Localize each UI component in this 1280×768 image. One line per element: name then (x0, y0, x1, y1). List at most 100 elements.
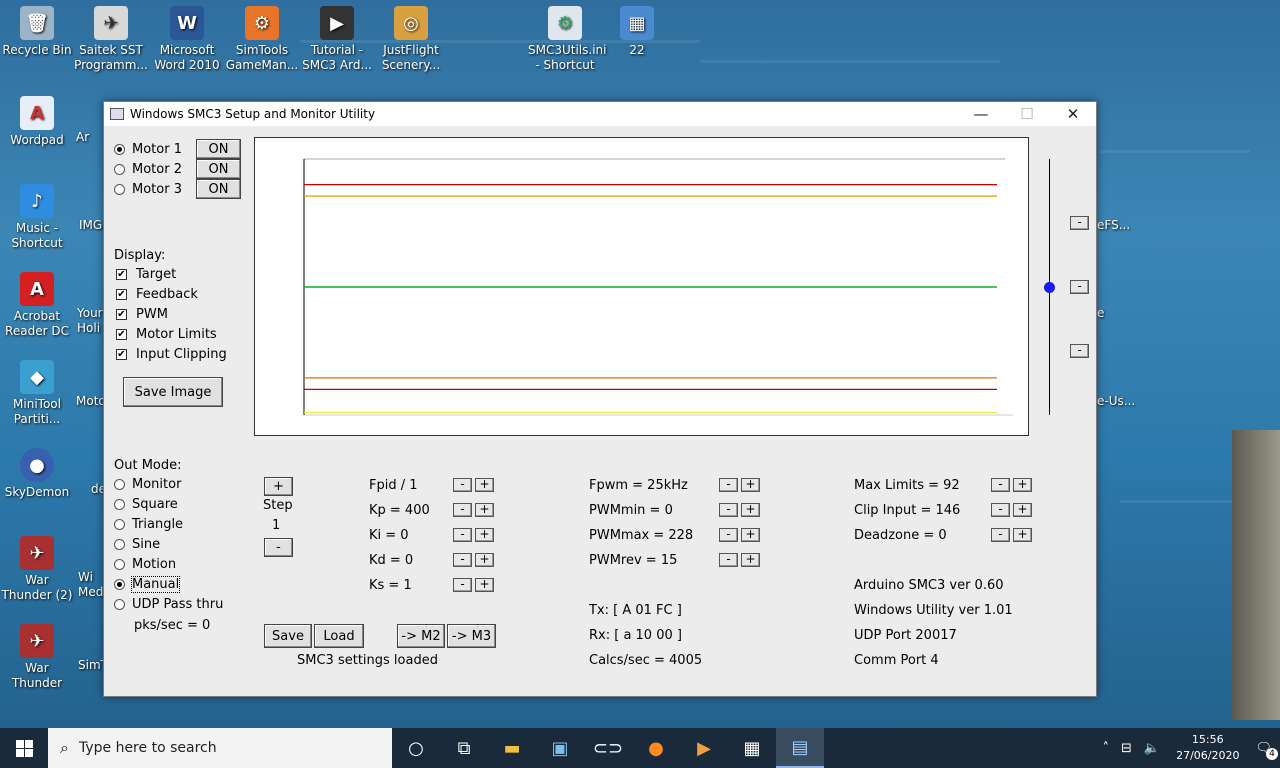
oculus-icon[interactable]: ⊂⊃ (584, 728, 632, 768)
smc3-taskbar-button[interactable]: ▤ (776, 728, 824, 768)
desktop-icon-skydemon[interactable]: ● SkyDemon (0, 448, 74, 500)
kd-plus-button[interactable]: + (475, 553, 494, 567)
ki-minus-button[interactable]: - (453, 528, 472, 542)
desktop-icon-word[interactable]: W Microsoft Word 2010 (150, 6, 224, 73)
save-button[interactable]: Save (264, 624, 312, 648)
kd-minus-button[interactable]: - (453, 553, 472, 567)
fpid-minus-button[interactable]: - (453, 478, 472, 492)
desktop-icon-war-thunder-2[interactable]: ✈ War Thunder (2) (0, 536, 74, 603)
motor-3-on-button[interactable]: ON (196, 179, 241, 199)
out-mode-manual-radio[interactable]: Manual (114, 576, 181, 593)
copy-to-m3-button[interactable]: -> M3 (447, 624, 496, 648)
desktop-icon-partial[interactable]: e (1097, 306, 1137, 321)
desktop-icon-acrobat[interactable]: A Acrobat Reader DC (0, 272, 74, 339)
desktop-icon-war-thunder[interactable]: ✈ War Thunder (0, 624, 74, 691)
input-clipping-checkbox[interactable]: ✔ Input Clipping (116, 347, 227, 362)
max-limits-plus-button[interactable]: + (1013, 478, 1032, 492)
out-mode-sine-radio[interactable]: Sine (114, 537, 160, 552)
slider-knob[interactable] (1044, 282, 1055, 293)
maximize-button[interactable]: ☐ (1004, 102, 1050, 126)
ks-plus-button[interactable]: + (475, 578, 494, 592)
kd-value: Kd = 0 (369, 553, 414, 568)
pwmmax-plus-button[interactable]: + (741, 528, 760, 542)
deadzone-minus-button[interactable]: - (991, 528, 1010, 542)
firefox-icon[interactable]: ● (632, 728, 680, 768)
step-minus-button[interactable]: - (264, 538, 293, 557)
out-mode-udp-radio[interactable]: UDP Pass thru (114, 597, 223, 612)
out-mode-monitor-radio[interactable]: Monitor (114, 477, 181, 492)
fpwm-minus-button[interactable]: - (719, 478, 738, 492)
desktop-icon-tutorial[interactable]: ▶ Tutorial - SMC3 Ard... (300, 6, 374, 73)
desktop-icon-wordpad[interactable]: A Wordpad (0, 96, 74, 148)
desktop-icon-recycle-bin[interactable]: 🗑 Recycle Bin (0, 6, 74, 58)
copy-to-m2-button[interactable]: -> M2 (397, 624, 445, 648)
desktop-icon-partial[interactable]: Ar (76, 130, 106, 145)
clock[interactable]: 15:56 27/06/2020 (1176, 732, 1239, 764)
desktop-icon-justflight[interactable]: ◎ JustFlight Scenery... (374, 6, 448, 73)
desktop-icon-minitool[interactable]: ◆ MiniTool Partiti... (0, 360, 74, 427)
store-icon[interactable]: ▣ (536, 728, 584, 768)
network-icon[interactable]: ⊟ (1121, 741, 1132, 756)
motor-2-on-button[interactable]: ON (196, 159, 241, 179)
motor-1-on-button[interactable]: ON (196, 139, 241, 159)
desktop-icon-saitek[interactable]: ✈ Saitek SST Programm... (74, 6, 148, 73)
deadzone-plus-button[interactable]: + (1013, 528, 1032, 542)
desktop-icon-partial[interactable]: Wi Med (78, 570, 104, 600)
globe-icon: ◎ (394, 6, 428, 40)
desktop-icon-22[interactable]: ▦ 22 (600, 6, 674, 58)
slider-minus-button-bottom[interactable]: - (1070, 344, 1089, 358)
checkbox-box: ✔ (116, 289, 127, 300)
out-mode-triangle-radio[interactable]: Triangle (114, 517, 183, 532)
cortana-icon[interactable]: ○ (392, 728, 440, 768)
desktop-icon-partial[interactable]: Your Holi (77, 306, 105, 336)
ki-plus-button[interactable]: + (475, 528, 494, 542)
calculator-icon[interactable]: ▦ (728, 728, 776, 768)
motor-1-radio[interactable]: Motor 1 (114, 142, 182, 157)
taskbar-search-box[interactable]: ⌕ Type here to search (48, 728, 392, 768)
desktop-icon-smc3utils[interactable]: ⚙ SMC3Utils.ini - Shortcut (528, 6, 606, 73)
title-bar[interactable]: Windows SMC3 Setup and Monitor Utility —… (104, 102, 1096, 126)
fpwm-plus-button[interactable]: + (741, 478, 760, 492)
motor-limits-checkbox[interactable]: ✔ Motor Limits (116, 327, 217, 342)
kp-minus-button[interactable]: - (453, 503, 472, 517)
media-player-icon[interactable]: ▶ (680, 728, 728, 768)
ks-minus-button[interactable]: - (453, 578, 472, 592)
pwm-checkbox[interactable]: ✔ PWM (116, 307, 168, 322)
desktop-icon-partial[interactable]: Moto (76, 394, 106, 409)
minimize-button[interactable]: — (958, 102, 1004, 126)
task-view-icon[interactable]: ⧉ (440, 728, 488, 768)
clip-input-plus-button[interactable]: + (1013, 503, 1032, 517)
motor-2-radio[interactable]: Motor 2 (114, 162, 182, 177)
pwmrev-minus-button[interactable]: - (719, 553, 738, 567)
save-image-button[interactable]: Save Image (123, 377, 223, 407)
step-plus-button[interactable]: + (264, 477, 293, 496)
out-mode-square-radio[interactable]: Square (114, 497, 178, 512)
desktop-icon-partial[interactable]: eFS... (1097, 218, 1137, 233)
pwmmax-minus-button[interactable]: - (719, 528, 738, 542)
chevron-up-icon[interactable]: ˄ (1102, 741, 1109, 756)
notifications-icon[interactable]: 🗨 4 (1255, 741, 1278, 760)
target-checkbox[interactable]: ✔ Target (116, 267, 176, 282)
desktop-icon-partial[interactable]: SimT (78, 658, 108, 673)
out-mode-motion-radio[interactable]: Motion (114, 557, 176, 572)
file-explorer-icon[interactable]: ▬ (488, 728, 536, 768)
volume-icon[interactable]: 🔈 (1144, 741, 1160, 756)
start-button[interactable] (0, 728, 48, 768)
kp-plus-button[interactable]: + (475, 503, 494, 517)
feedback-checkbox[interactable]: ✔ Feedback (116, 287, 198, 302)
clip-input-minus-button[interactable]: - (991, 503, 1010, 517)
pwmrev-plus-button[interactable]: + (741, 553, 760, 567)
load-button[interactable]: Load (314, 624, 364, 648)
max-limits-minus-button[interactable]: - (991, 478, 1010, 492)
motor-3-radio[interactable]: Motor 3 (114, 182, 182, 197)
fpid-plus-button[interactable]: + (475, 478, 494, 492)
desktop-icon-simtools[interactable]: ⚙ SimTools GameMan... (225, 6, 299, 73)
desktop-icon-music[interactable]: ♪ Music - Shortcut (0, 184, 74, 251)
close-button[interactable]: ✕ (1050, 102, 1096, 126)
slider-minus-button-top[interactable]: - (1070, 216, 1089, 230)
pwmmin-plus-button[interactable]: + (741, 503, 760, 517)
war-thunder-icon: ✈ (20, 536, 54, 570)
desktop-icon-partial[interactable]: e-Us... (1097, 394, 1137, 409)
pwmmin-minus-button[interactable]: - (719, 503, 738, 517)
slider-minus-button-middle[interactable]: - (1070, 280, 1089, 294)
